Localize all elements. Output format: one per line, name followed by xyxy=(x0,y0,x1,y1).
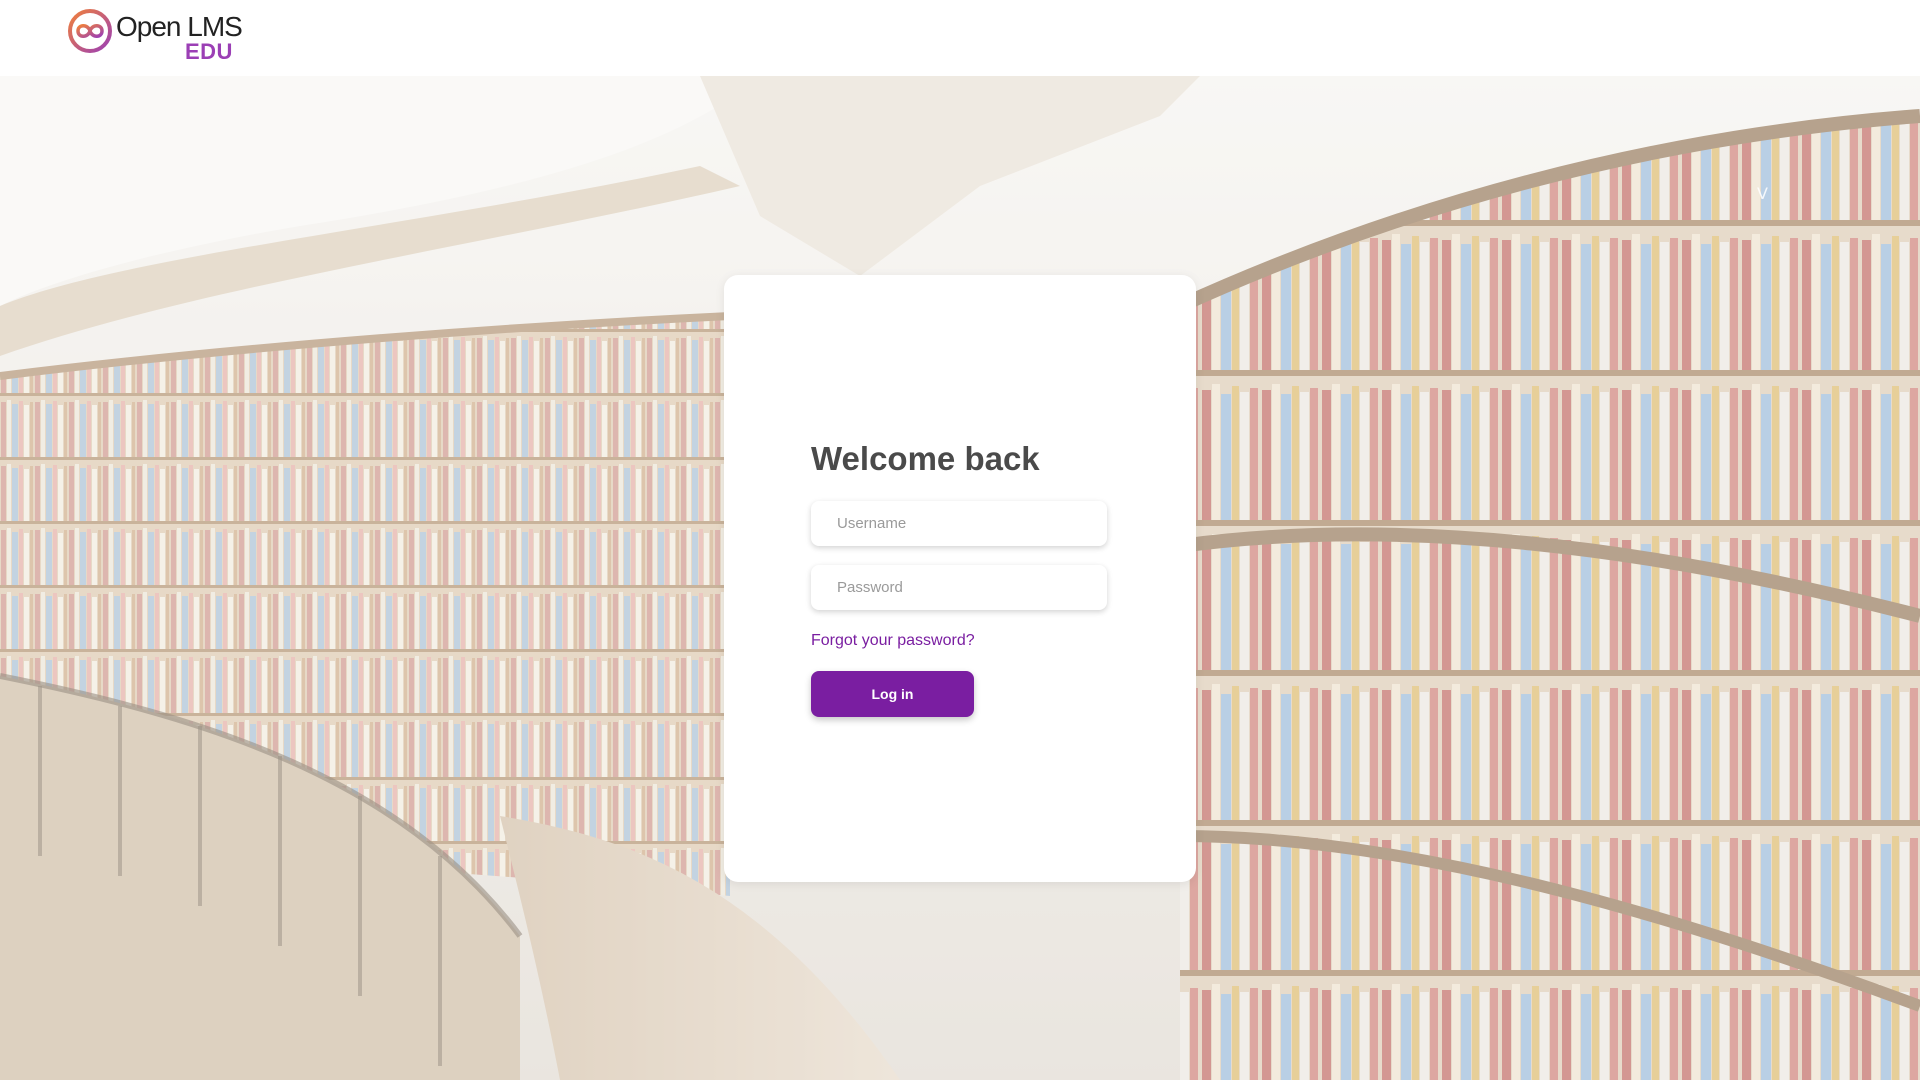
login-card: Welcome back Forgot your password? Log i… xyxy=(724,275,1196,882)
username-field[interactable] xyxy=(811,501,1107,546)
password-field[interactable] xyxy=(811,565,1107,610)
login-button[interactable]: Log in xyxy=(811,671,974,717)
brand-sub: EDU xyxy=(185,39,233,64)
page-title: Welcome back xyxy=(811,440,1040,477)
corner-mark: V xyxy=(1757,184,1768,203)
infinity-loop-icon xyxy=(68,9,112,53)
site-header: Open LMS EDU xyxy=(0,0,1920,76)
brand-logo[interactable]: Open LMS EDU xyxy=(68,9,248,67)
forgot-password-link[interactable]: Forgot your password? xyxy=(811,632,975,650)
